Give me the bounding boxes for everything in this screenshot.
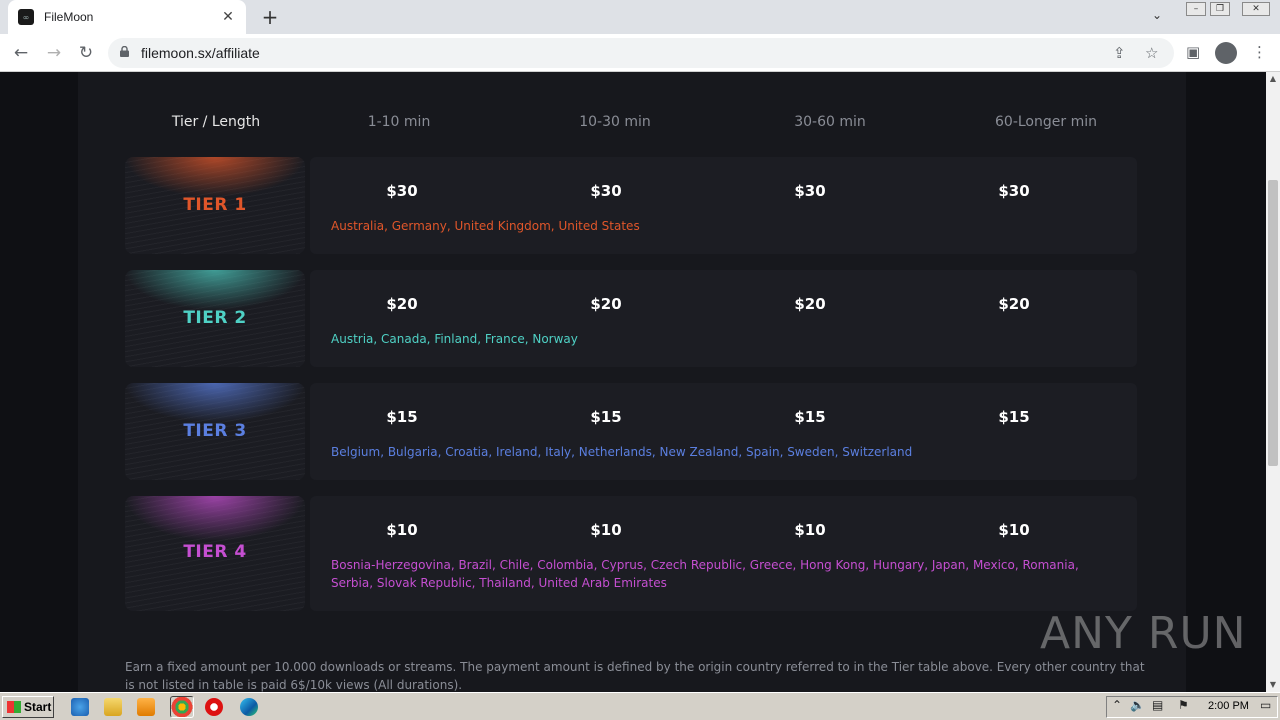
price-cell: $10 xyxy=(998,521,1030,539)
tier-info-card: $20 $20 $20 $20 Austria, Canada, Finland… xyxy=(310,270,1137,367)
windows-flag-icon xyxy=(7,701,21,713)
tier-info-card: $30 $30 $30 $30 Australia, Germany, Unit… xyxy=(310,157,1137,254)
bookmark-star-icon[interactable]: ☆ xyxy=(1145,44,1158,62)
price-cell: $30 xyxy=(998,182,1030,200)
tier-card: TIER 2 xyxy=(125,270,305,367)
tier-row: TIER 4 $10 $10 $10 $10 Bosnia-Herzegovin… xyxy=(125,496,1137,611)
forward-arrow-icon[interactable]: → xyxy=(43,42,65,64)
edge-icon[interactable] xyxy=(240,698,258,716)
restore-button[interactable]: ❐ xyxy=(1210,2,1230,16)
tier-name: TIER 2 xyxy=(183,308,247,328)
tier-countries: Australia, Germany, United Kingdom, Unit… xyxy=(331,219,640,233)
tier-name: TIER 4 xyxy=(183,542,247,562)
price-cell: $15 xyxy=(386,408,418,426)
reload-icon[interactable]: ↻ xyxy=(75,42,97,64)
page-viewport: Tier / Length 1-10 min 10-30 min 30-60 m… xyxy=(0,72,1266,692)
anyrun-watermark: ANY RUN xyxy=(1040,608,1247,659)
price-cell: $20 xyxy=(998,295,1030,313)
tier-countries: Austria, Canada, Finland, France, Norway xyxy=(331,332,578,346)
taskbar-clock: 2:00 PM xyxy=(1208,700,1249,712)
tab-close-icon[interactable]: ✕ xyxy=(220,9,236,25)
new-tab-button[interactable]: + xyxy=(258,5,282,29)
price-cell: $20 xyxy=(386,295,418,313)
ie-icon[interactable] xyxy=(71,698,89,716)
price-cell: $20 xyxy=(590,295,622,313)
payout-description: Earn a fixed amount per 10.000 downloads… xyxy=(125,660,1145,692)
tier-name: TIER 3 xyxy=(183,421,247,441)
header-30-60-min: 30-60 min xyxy=(794,114,866,130)
price-cell: $30 xyxy=(386,182,418,200)
windows-taskbar: Start xyxy=(0,692,1280,720)
tier-name: TIER 1 xyxy=(183,195,247,215)
filemoon-favicon-icon: ∞ xyxy=(18,9,34,25)
volume-icon[interactable]: 🔈 xyxy=(1130,698,1145,712)
browser-tab[interactable]: ∞ FileMoon ✕ xyxy=(8,0,246,34)
tier-card: TIER 3 xyxy=(125,383,305,480)
folder-icon[interactable] xyxy=(104,698,122,716)
tier-card: TIER 4 xyxy=(125,496,305,611)
tier-info-card: $10 $10 $10 $10 Bosnia-Herzegovina, Braz… xyxy=(310,496,1137,611)
tier-row: TIER 2 $20 $20 $20 $20 Austria, Canada, … xyxy=(125,270,1137,367)
start-label: Start xyxy=(24,700,52,714)
share-icon[interactable]: ⇪ xyxy=(1113,44,1126,62)
header-tier-length: Tier / Length xyxy=(171,114,261,130)
scroll-down-arrow-icon[interactable]: ▼ xyxy=(1266,678,1280,692)
page-scrollbar[interactable]: ▲ ▼ xyxy=(1266,72,1280,692)
show-desktop-icon[interactable]: ▭ xyxy=(1260,698,1271,712)
price-cell: $30 xyxy=(590,182,622,200)
network-icon[interactable]: ▤ xyxy=(1152,698,1163,712)
tab-strip: ∞ FileMoon ✕ + ⌄ – ❐ ✕ xyxy=(0,0,1280,34)
action-center-flag-icon[interactable]: ⚑ xyxy=(1178,698,1189,712)
tab-title: FileMoon xyxy=(44,10,94,24)
close-window-button[interactable]: ✕ xyxy=(1242,2,1270,16)
back-arrow-icon[interactable]: ← xyxy=(10,42,32,64)
tier-card: TIER 1 xyxy=(125,157,305,254)
minimize-button[interactable]: – xyxy=(1186,2,1206,16)
tier-countries: Belgium, Bulgaria, Croatia, Ireland, Ita… xyxy=(331,445,913,459)
price-cell: $15 xyxy=(794,408,826,426)
price-cell: $30 xyxy=(794,182,826,200)
header-1-10-min: 1-10 min xyxy=(367,114,431,130)
price-cell: $15 xyxy=(590,408,622,426)
tier-row: TIER 3 $15 $15 $15 $15 Belgium, Bulgaria… xyxy=(125,383,1137,480)
header-60-longer-min: 60-Longer min xyxy=(995,114,1097,130)
media-player-icon[interactable] xyxy=(137,698,155,716)
menu-dots-icon[interactable]: ⋮ xyxy=(1252,43,1267,61)
chrome-taskbar-icon[interactable] xyxy=(170,696,194,718)
tray-expand-icon[interactable]: ⌃ xyxy=(1112,698,1122,712)
price-cell: $10 xyxy=(794,521,826,539)
tier-info-card: $15 $15 $15 $15 Belgium, Bulgaria, Croat… xyxy=(310,383,1137,480)
tier-countries: Bosnia-Herzegovina, Brazil, Chile, Colom… xyxy=(331,558,1079,590)
header-10-30-min: 10-30 min xyxy=(579,114,651,130)
price-cell: $10 xyxy=(386,521,418,539)
address-bar[interactable]: filemoon.sx/affiliate ⇪ ☆ xyxy=(108,38,1174,68)
price-cell: $20 xyxy=(794,295,826,313)
browser-toolbar: ← → ↻ filemoon.sx/affiliate ⇪ ☆ ▣ ⋮ xyxy=(0,34,1280,72)
url-text: filemoon.sx/affiliate xyxy=(141,45,260,61)
profile-avatar-icon[interactable] xyxy=(1215,42,1237,64)
side-panel-icon[interactable]: ▣ xyxy=(1186,43,1200,61)
tier-row: TIER 1 $30 $30 $30 $30 Australia, German… xyxy=(125,157,1137,254)
price-cell: $15 xyxy=(998,408,1030,426)
scroll-up-arrow-icon[interactable]: ▲ xyxy=(1266,72,1280,86)
opera-icon[interactable] xyxy=(205,698,223,716)
scrollbar-thumb[interactable] xyxy=(1268,180,1278,466)
start-button[interactable]: Start xyxy=(2,696,54,718)
price-cell: $10 xyxy=(590,521,622,539)
lock-icon xyxy=(120,46,129,57)
tab-search-chevron-icon[interactable]: ⌄ xyxy=(1152,8,1162,22)
